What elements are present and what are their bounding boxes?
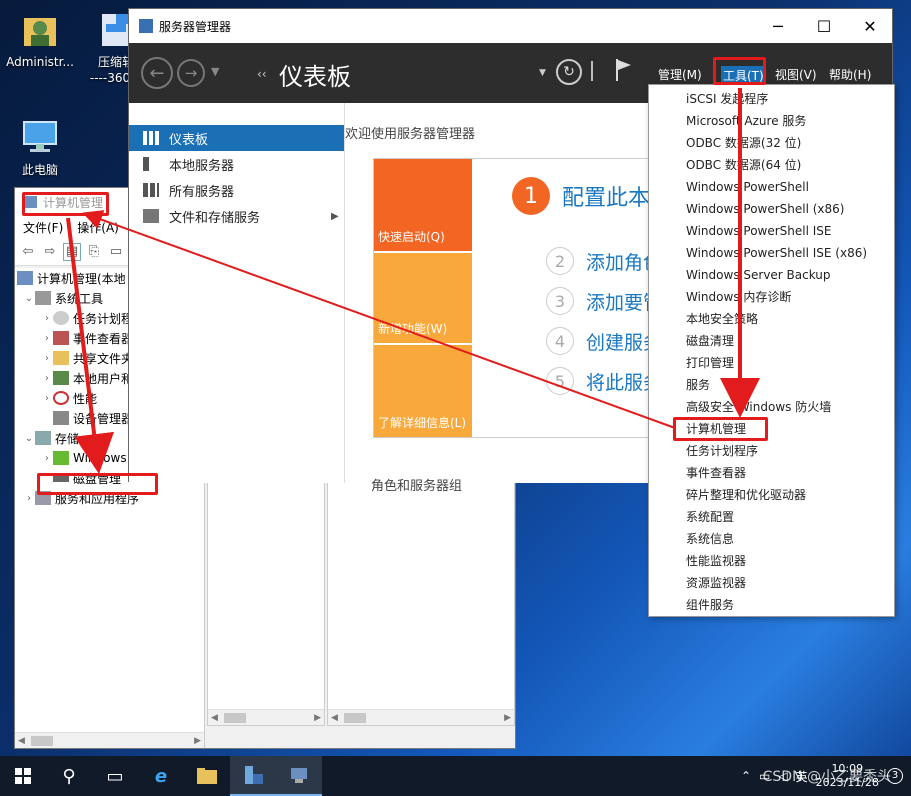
server-manager-taskbar-icon[interactable] — [230, 756, 276, 796]
arrow-to-cm-window — [82, 210, 676, 429]
tray-overflow-icon[interactable]: ⌃ — [741, 769, 751, 783]
volume-icon[interactable]: ◁ — [778, 769, 787, 783]
search-icon[interactable]: ⚲ — [46, 756, 92, 796]
clock-time: 10:09 — [831, 762, 864, 775]
taskbar: ⚲ ▭ e ⌃ ▭ ◁ 英 10:09 2023/11/28 3 CSDN @小… — [0, 756, 911, 796]
annotation-arrows — [66, 88, 760, 474]
network-icon[interactable]: ▭ — [759, 769, 770, 783]
clock-date: 2023/11/28 — [815, 776, 879, 789]
system-tray: ⌃ ▭ ◁ 英 10:09 2023/11/28 3 — [741, 756, 911, 796]
ime-indicator[interactable]: 英 — [796, 768, 808, 785]
arrow-to-disk-management — [66, 217, 115, 474]
file-explorer-icon[interactable] — [184, 756, 230, 796]
computer-management-taskbar-icon[interactable] — [276, 756, 322, 796]
internet-explorer-icon[interactable]: e — [138, 756, 184, 796]
start-icon[interactable] — [0, 756, 46, 796]
task-view-icon[interactable]: ▭ — [92, 756, 138, 796]
notification-count-badge[interactable]: 3 — [887, 768, 903, 784]
clock[interactable]: 10:09 2023/11/28 — [816, 762, 879, 790]
